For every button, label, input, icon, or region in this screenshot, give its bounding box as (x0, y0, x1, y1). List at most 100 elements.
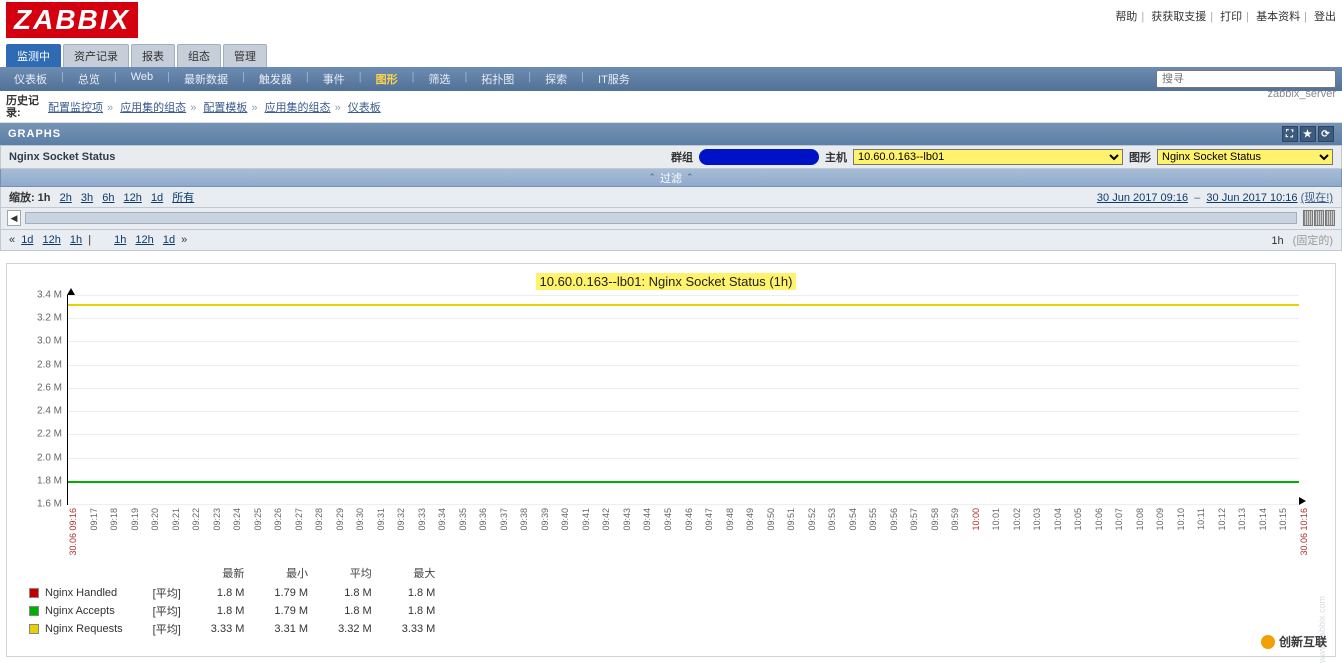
crumb-2[interactable]: 配置模板 (203, 102, 247, 114)
time-from[interactable]: 30 Jun 2017 09:16 (1097, 192, 1188, 204)
subnav-web[interactable]: Web (123, 67, 161, 91)
x-tick: 10:10 (1176, 508, 1186, 531)
nav-back-1d[interactable]: 1d (21, 234, 33, 246)
tab-reports[interactable]: 报表 (131, 44, 175, 67)
x-tick: 09:25 (253, 508, 263, 531)
fullscreen-icon[interactable]: ⛶ (1282, 126, 1298, 142)
x-tick: 09:57 (909, 508, 919, 531)
scroll-handle-left[interactable] (1303, 210, 1313, 226)
crumb-3[interactable]: 应用集的组态 (265, 102, 331, 114)
refresh-icon[interactable]: ⟳ (1318, 126, 1334, 142)
zoom-3h[interactable]: 3h (81, 192, 93, 204)
x-tick: 10:11 (1196, 508, 1206, 530)
x-tick: 09:24 (232, 508, 242, 531)
tab-configuration[interactable]: 组态 (177, 44, 221, 67)
zoom-all[interactable]: 所有 (172, 192, 194, 204)
zoom-1d[interactable]: 1d (151, 192, 163, 204)
favorite-icon[interactable]: ★ (1300, 126, 1316, 142)
y-tick: 2.0 M (37, 452, 62, 463)
zoom-1h[interactable]: 1h (38, 192, 51, 204)
x-tick: 09:51 (786, 508, 796, 531)
tab-monitoring[interactable]: 监测中 (6, 44, 61, 67)
y-tick: 2.4 M (37, 406, 62, 417)
crumb-4[interactable]: 仪表板 (348, 102, 381, 114)
search-input[interactable] (1156, 70, 1336, 88)
x-tick: 10:09 (1155, 508, 1165, 531)
link-logout[interactable]: 登出 (1314, 11, 1336, 23)
time-scrollbar[interactable]: ◀ (0, 208, 1342, 230)
subnav-events[interactable]: 事件 (315, 67, 353, 91)
chart-plot: 1.6 M1.8 M2.0 M2.2 M2.4 M2.6 M2.8 M3.0 M… (67, 295, 1299, 505)
scroll-handle-end[interactable] (1325, 210, 1335, 226)
tab-inventory[interactable]: 资产记录 (63, 44, 129, 67)
x-tick: 09:38 (519, 508, 529, 531)
scroll-left-icon[interactable]: ◀ (7, 210, 21, 226)
zoom-2h[interactable]: 2h (60, 192, 72, 204)
brand-watermark: 创新互联 (1261, 633, 1327, 650)
search-box (1156, 70, 1336, 88)
scroll-handle-right[interactable] (1314, 210, 1324, 226)
x-tick: 09:44 (642, 508, 652, 531)
x-tick: 09:31 (376, 508, 386, 531)
zoom-12h[interactable]: 12h (124, 192, 142, 204)
y-tick: 1.8 M (37, 475, 62, 486)
x-tick: 09:21 (171, 508, 181, 531)
legend-row: Nginx Handled[平均]1.8 M1.79 M1.8 M1.8 M (27, 585, 449, 601)
x-tick: 10:05 (1073, 508, 1083, 531)
x-tick: 10:03 (1032, 508, 1042, 531)
x-tick: 30.06 10:16 (1299, 508, 1309, 556)
nav-fwd-1d[interactable]: 1d (163, 234, 175, 246)
y-tick: 1.6 M (37, 499, 62, 510)
link-print[interactable]: 打印 (1220, 11, 1242, 23)
crumb-0[interactable]: 配置监控项 (48, 102, 103, 114)
nav-duration: 1h (1271, 235, 1283, 247)
nav-back-12h[interactable]: 12h (43, 234, 61, 246)
legend-swatch (29, 624, 39, 634)
zoom-6h[interactable]: 6h (102, 192, 114, 204)
nav-back-1h[interactable]: 1h (70, 234, 82, 246)
link-help[interactable]: 帮助 (1115, 11, 1137, 23)
subnav-overview[interactable]: 总览 (70, 67, 108, 91)
x-tick: 09:18 (109, 508, 119, 531)
filter-collapse[interactable]: ⌃ 过滤 ⌃ (0, 169, 1342, 187)
legend-row: Nginx Accepts[平均]1.8 M1.79 M1.8 M1.8 M (27, 603, 449, 619)
subnav-maps[interactable]: 拓扑图 (473, 67, 522, 91)
nav-fixed: (固定的) (1293, 235, 1333, 247)
nav-prefix: « (9, 234, 15, 246)
tab-administration[interactable]: 管理 (223, 44, 267, 67)
subnav-graphs[interactable]: 图形 (368, 67, 406, 91)
series-line (68, 304, 1299, 306)
history-label: 历史记录: (6, 95, 48, 119)
chart-container: 10.60.0.163--lb01: Nginx Socket Status (… (6, 263, 1336, 657)
section-title: GRAPHS (8, 128, 61, 140)
graph-select[interactable]: Nginx Socket Status (1157, 149, 1333, 165)
x-tick: 09:55 (868, 508, 878, 531)
subnav-dashboard[interactable]: 仪表板 (6, 67, 55, 91)
x-tick: 10:14 (1258, 508, 1268, 531)
x-tick: 10:08 (1135, 508, 1145, 531)
scroll-track[interactable] (25, 212, 1297, 224)
nav-fwd-12h[interactable]: 12h (135, 234, 153, 246)
x-tick: 10:12 (1217, 508, 1227, 531)
subnav-latest[interactable]: 最新数据 (176, 67, 236, 91)
x-tick: 09:59 (950, 508, 960, 531)
x-tick: 09:30 (355, 508, 365, 531)
crumb-1[interactable]: 应用集的组态 (120, 102, 186, 114)
x-tick: 09:23 (212, 508, 222, 531)
sub-nav: 仪表板| 总览| Web| 最新数据| 触发器| 事件| 图形| 筛选| 拓扑图… (0, 67, 1342, 91)
host-select[interactable]: 10.60.0.163--lb01 (853, 149, 1123, 165)
x-tick: 09:47 (704, 508, 714, 531)
subnav-discovery[interactable]: 探索 (537, 67, 575, 91)
x-tick: 09:19 (130, 508, 140, 531)
nav-fwd-1h[interactable]: 1h (114, 234, 126, 246)
link-support[interactable]: 获获取支援 (1151, 11, 1206, 23)
x-tick: 09:22 (191, 508, 201, 531)
time-to[interactable]: 30 Jun 2017 10:16 (1206, 192, 1297, 204)
link-profile[interactable]: 基本资料 (1256, 11, 1300, 23)
subnav-triggers[interactable]: 触发器 (251, 67, 300, 91)
page-title: Nginx Socket Status (9, 151, 115, 163)
subnav-screens[interactable]: 筛选 (420, 67, 458, 91)
time-now[interactable]: (现在!) (1301, 192, 1333, 204)
subnav-itservices[interactable]: IT服务 (590, 67, 638, 91)
x-tick: 09:39 (540, 508, 550, 531)
